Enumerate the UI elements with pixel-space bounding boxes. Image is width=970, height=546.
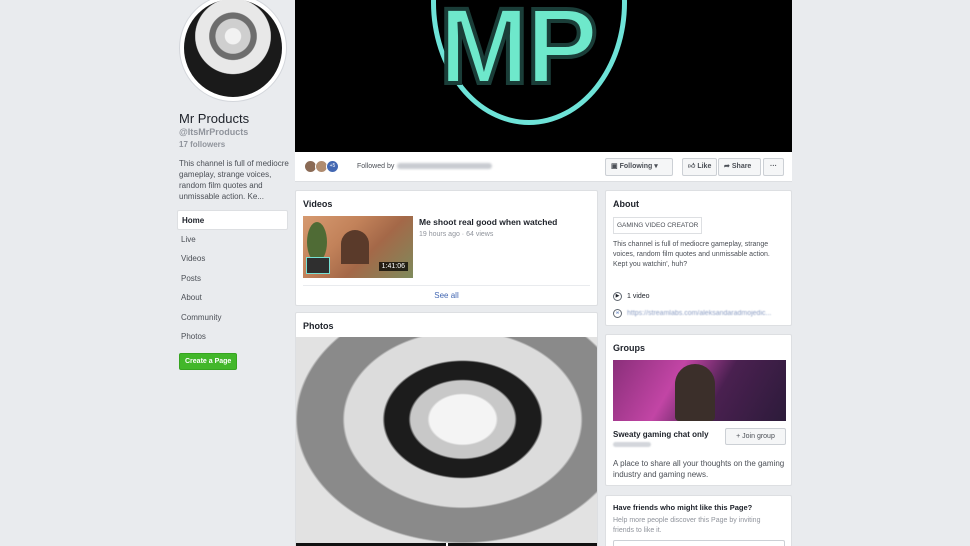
video-title[interactable]: Me shoot real good when watched — [419, 217, 557, 227]
website-link[interactable]: ∞ https://streamlabs.com/aleksandaradmoje… — [613, 309, 787, 318]
video-duration: 1:41:06 — [378, 262, 408, 271]
invite-heading: Have friends who might like this Page? — [613, 503, 753, 512]
videos-card: Videos 1:41:06 Me shoot real good when w… — [295, 190, 598, 306]
invite-friends-input[interactable] — [613, 540, 785, 546]
chevron-down-icon: ▾ — [654, 163, 658, 170]
sidebar-item-home[interactable]: Home — [177, 210, 288, 230]
about-heading[interactable]: About — [613, 199, 639, 209]
about-description: This channel is full of mediocre gamepla… — [613, 241, 770, 268]
groups-heading[interactable]: Groups — [613, 343, 645, 353]
invite-card: Have friends who might like this Page? H… — [605, 495, 792, 546]
follower-count: 17 followers — [179, 140, 226, 149]
sidebar-item-about[interactable]: About — [177, 288, 288, 308]
group-name[interactable]: Sweaty gaming chat only — [613, 430, 709, 439]
photo-thumbnail[interactable] — [296, 337, 597, 543]
sidebar-item-live[interactable]: Live — [177, 230, 288, 250]
more-followers-badge: +5 — [326, 160, 339, 173]
see-all-link[interactable]: See all — [303, 285, 590, 300]
sidebar-item-videos[interactable]: Videos — [177, 249, 288, 269]
sidebar-nav: Home Live Videos Posts About Community P… — [177, 210, 288, 347]
sidebar-item-community[interactable]: Community — [177, 308, 288, 328]
play-icon: ▶ — [613, 292, 622, 301]
category-tag[interactable]: GAMING VIDEO CREATOR — [613, 217, 703, 234]
profile-avatar[interactable] — [179, 0, 287, 102]
cover-photo[interactable]: MP — [295, 0, 792, 152]
following-button[interactable]: ▣ Following ▾ — [605, 158, 673, 176]
follower-avatars[interactable]: +5 — [304, 160, 339, 173]
like-button[interactable]: 👍︎ Like — [682, 158, 717, 176]
share-icon: ➦ — [724, 163, 730, 170]
webcam-overlay — [306, 257, 330, 274]
action-bar: +5 Followed by ▣ Following ▾ 👍︎ Like ➦ Shar… — [295, 152, 792, 182]
groups-card: Groups Sweaty gaming chat only + Join gr… — [605, 334, 792, 486]
page-handle[interactable]: @ItsMrProducts — [179, 127, 248, 137]
followed-by-names — [397, 163, 493, 170]
group-figure — [675, 364, 715, 421]
group-description: A place to share all your thoughts on th… — [613, 459, 785, 479]
videos-heading[interactable]: Videos — [303, 199, 332, 209]
avatar-image — [184, 0, 282, 97]
followed-by-text: Followed by — [357, 163, 493, 170]
sidebar-item-posts[interactable]: Posts — [177, 269, 288, 289]
photos-card: Photos — [295, 312, 598, 546]
link-icon: ∞ — [613, 309, 622, 318]
thumbs-up-icon: 👍︎ — [688, 163, 696, 170]
page-description: This channel is full of mediocre gamepla… — [179, 159, 289, 201]
invite-description: Help more people discover this Page by i… — [613, 517, 761, 534]
create-page-button[interactable]: Create a Page — [179, 353, 238, 370]
sidebar-item-photos[interactable]: Photos — [177, 327, 288, 347]
about-card: About GAMING VIDEO CREATOR This channel … — [605, 190, 792, 326]
share-button[interactable]: ➦ Share — [718, 158, 761, 176]
page-name[interactable]: Mr Products — [179, 111, 249, 126]
photos-heading[interactable]: Photos — [303, 321, 334, 331]
thumbnail-tree — [307, 222, 327, 262]
videos-count-row[interactable]: ▶ 1 video — [613, 292, 650, 301]
video-meta: 19 hours ago · 64 views — [419, 231, 494, 238]
following-icon: ▣ — [611, 163, 618, 170]
video-thumbnail[interactable]: 1:41:06 — [303, 216, 413, 278]
group-cover-image[interactable] — [613, 360, 786, 421]
more-options-button[interactable]: ··· — [763, 158, 784, 176]
cover-logo: MP — [437, 0, 600, 106]
thumbnail-arch — [341, 230, 369, 264]
group-member-count — [613, 442, 651, 447]
join-group-button[interactable]: + Join group — [725, 428, 786, 445]
